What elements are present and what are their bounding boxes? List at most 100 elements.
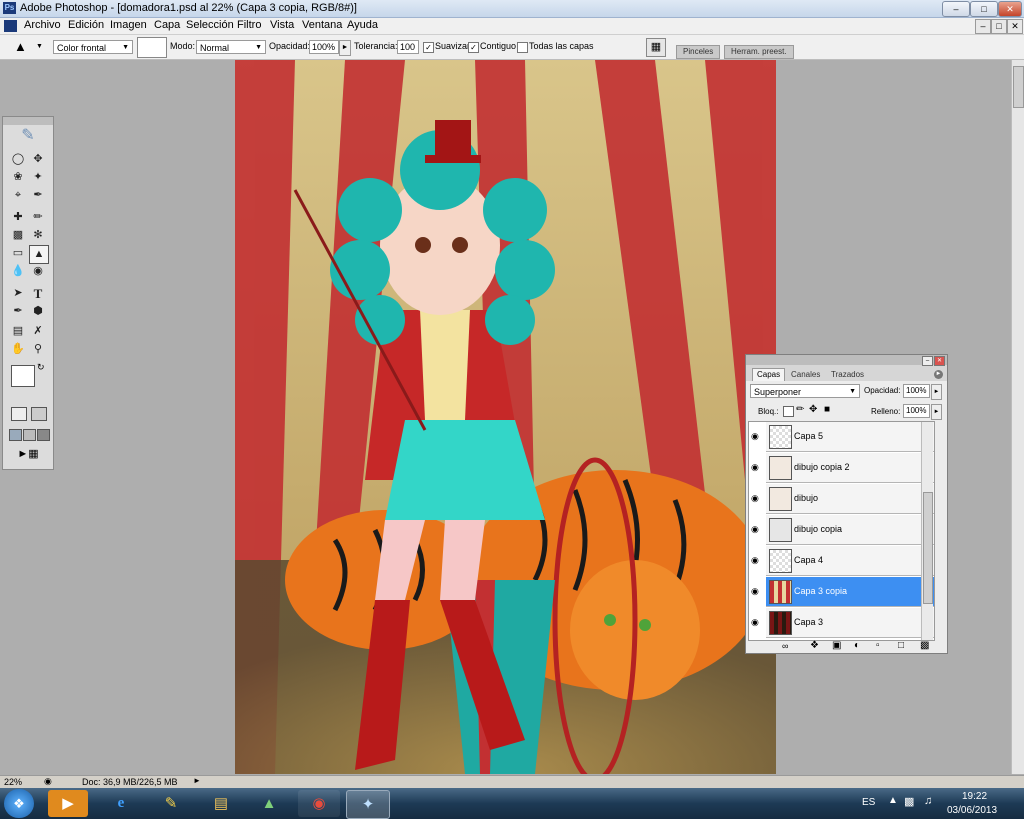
- shape-icon[interactable]: ⬢: [29, 303, 47, 320]
- zoom-icon[interactable]: ⚲: [29, 341, 47, 358]
- delete-layer-icon[interactable]: ▩: [920, 640, 929, 651]
- doc-minimize-button[interactable]: –: [975, 19, 991, 34]
- menu-vista[interactable]: Vista: [270, 19, 294, 31]
- language-indicator[interactable]: ES: [862, 797, 875, 808]
- magic-wand-icon[interactable]: ✦: [29, 169, 47, 186]
- menu-archivo[interactable]: Archivo: [24, 19, 61, 31]
- lock-pixels-icon[interactable]: ✏: [796, 404, 804, 415]
- path-selection-icon[interactable]: ➤: [9, 285, 27, 302]
- panel-minimize-button[interactable]: –: [922, 356, 933, 366]
- slice-icon[interactable]: ✒: [29, 187, 47, 204]
- screen-mode-1-icon[interactable]: [9, 429, 22, 441]
- type-icon[interactable]: T: [29, 285, 47, 302]
- eye-icon[interactable]: ◉: [751, 431, 759, 442]
- volume-icon[interactable]: ♫: [924, 795, 932, 807]
- tool-preset-arrow-icon[interactable]: ▼: [36, 43, 43, 50]
- eye-icon[interactable]: ◉: [751, 555, 759, 566]
- jump-to-imageready-icon[interactable]: ►▦: [11, 447, 45, 461]
- close-button[interactable]: ✕: [998, 1, 1022, 17]
- tab-canales[interactable]: Canales: [788, 369, 823, 380]
- layer-opacity-arrow-icon[interactable]: ►: [931, 384, 942, 400]
- layer-row-capa-3-copia[interactable]: ◉ Capa 3 copia: [751, 577, 934, 607]
- healing-brush-icon[interactable]: ✚: [9, 209, 27, 226]
- menu-seleccion[interactable]: Selección: [186, 19, 234, 31]
- network-icon[interactable]: ▩: [904, 795, 914, 808]
- dodge-icon[interactable]: ◉: [29, 263, 47, 280]
- document-canvas[interactable]: [235, 60, 776, 774]
- adjustment-layer-icon[interactable]: ◐: [854, 640, 860, 651]
- antialias-checkbox[interactable]: ✓: [423, 42, 434, 53]
- layers-panel-header[interactable]: [746, 355, 947, 365]
- feather-icon[interactable]: ✎: [7, 127, 49, 145]
- contiguous-checkbox[interactable]: ✓: [468, 42, 479, 53]
- layer-opacity-input[interactable]: 100%: [903, 384, 930, 398]
- start-button[interactable]: ❖: [4, 789, 34, 818]
- tolerance-input[interactable]: 100: [397, 40, 419, 54]
- paint-bucket-icon[interactable]: ▲: [14, 39, 27, 54]
- hand-icon[interactable]: ✋: [9, 341, 27, 358]
- blur-icon[interactable]: 💧: [9, 263, 27, 280]
- swap-colors-icon[interactable]: ↻: [37, 362, 45, 373]
- all-layers-checkbox[interactable]: [517, 42, 528, 53]
- layer-style-icon[interactable]: ❖: [810, 640, 819, 651]
- notes-icon[interactable]: ▤: [9, 323, 27, 340]
- eraser-icon[interactable]: ▭: [9, 245, 27, 262]
- lock-position-icon[interactable]: ✥: [809, 404, 817, 415]
- clock-date[interactable]: 03/06/2013: [947, 805, 997, 816]
- network-app-icon[interactable]: ▲: [248, 790, 290, 817]
- layer-row-capa-3[interactable]: ◉ Capa 3: [751, 608, 934, 638]
- lasso-icon[interactable]: ❀: [9, 169, 27, 186]
- folder-icon[interactable]: ▤: [200, 790, 242, 817]
- eye-icon[interactable]: ◉: [751, 524, 759, 535]
- eye-icon[interactable]: ◉: [751, 493, 759, 504]
- maximize-button[interactable]: □: [970, 1, 998, 17]
- layer-row-dibujo-copia-2[interactable]: ◉ dibujo copia 2: [751, 453, 934, 483]
- menu-ayuda[interactable]: Ayuda: [347, 19, 378, 31]
- menu-edicion[interactable]: Edición: [68, 19, 104, 31]
- status-icon[interactable]: ◉: [44, 776, 52, 787]
- crop-icon[interactable]: ⌖: [9, 187, 27, 204]
- menu-ventana[interactable]: Ventana: [302, 19, 342, 31]
- photoshop-task-icon[interactable]: ✦: [346, 790, 390, 819]
- screen-mode-3-icon[interactable]: [37, 429, 50, 441]
- opacity-input[interactable]: 100%: [309, 40, 339, 54]
- internet-explorer-icon[interactable]: e: [100, 790, 142, 817]
- layer-row-dibujo-copia[interactable]: ◉ dibujo copia: [751, 515, 934, 545]
- layer-row-capa-5[interactable]: ◉ Capa 5: [751, 422, 934, 452]
- menu-filtro[interactable]: Filtro: [237, 19, 261, 31]
- layer-row-dibujo[interactable]: ◉ dibujo: [751, 484, 934, 514]
- brush-icon[interactable]: ✏: [29, 209, 47, 226]
- fill-source-select[interactable]: Color frontal ▼: [53, 40, 133, 54]
- menu-capa[interactable]: Capa: [154, 19, 180, 31]
- panel-close-button[interactable]: ✕: [934, 356, 945, 366]
- doc-restore-button[interactable]: □: [991, 19, 1007, 34]
- paint-app-icon[interactable]: ✎: [150, 790, 192, 817]
- tray-arrow-icon[interactable]: ▲: [888, 795, 898, 806]
- eye-icon[interactable]: ◉: [751, 462, 759, 473]
- lock-transparency-icon[interactable]: [783, 406, 794, 417]
- tab-trazados[interactable]: Trazados: [828, 369, 867, 380]
- chrome-icon[interactable]: ◉: [298, 790, 340, 817]
- new-group-icon[interactable]: ▫: [876, 640, 880, 651]
- opacity-arrow-icon[interactable]: ►: [339, 40, 351, 56]
- menu-imagen[interactable]: Imagen: [110, 19, 147, 31]
- layer-row-capa-4[interactable]: ◉ Capa 4: [751, 546, 934, 576]
- minimize-button[interactable]: –: [942, 1, 970, 17]
- quick-mask-icon[interactable]: [31, 407, 47, 421]
- clock-time[interactable]: 19:22: [962, 791, 987, 802]
- tab-pinceles[interactable]: Pinceles: [676, 45, 721, 59]
- new-layer-icon[interactable]: □: [898, 640, 904, 651]
- status-arrow-icon[interactable]: ►: [193, 776, 201, 785]
- zoom-level[interactable]: 22%: [4, 777, 22, 787]
- layers-scroll-thumb[interactable]: [923, 492, 933, 604]
- lock-all-icon[interactable]: ■: [824, 404, 830, 415]
- foreground-color-swatch[interactable]: [11, 365, 35, 387]
- eye-icon[interactable]: ◉: [751, 617, 759, 628]
- history-brush-icon[interactable]: ✻: [29, 227, 47, 244]
- marquee-icon[interactable]: ◯: [9, 151, 27, 168]
- panel-menu-icon[interactable]: ►: [934, 370, 943, 379]
- tab-herram-preest[interactable]: Herram. preest.: [724, 45, 794, 59]
- mode-select[interactable]: Normal ▼: [196, 40, 266, 54]
- pen-icon[interactable]: ✒: [9, 303, 27, 320]
- blend-mode-select[interactable]: Superponer ▼: [750, 384, 860, 398]
